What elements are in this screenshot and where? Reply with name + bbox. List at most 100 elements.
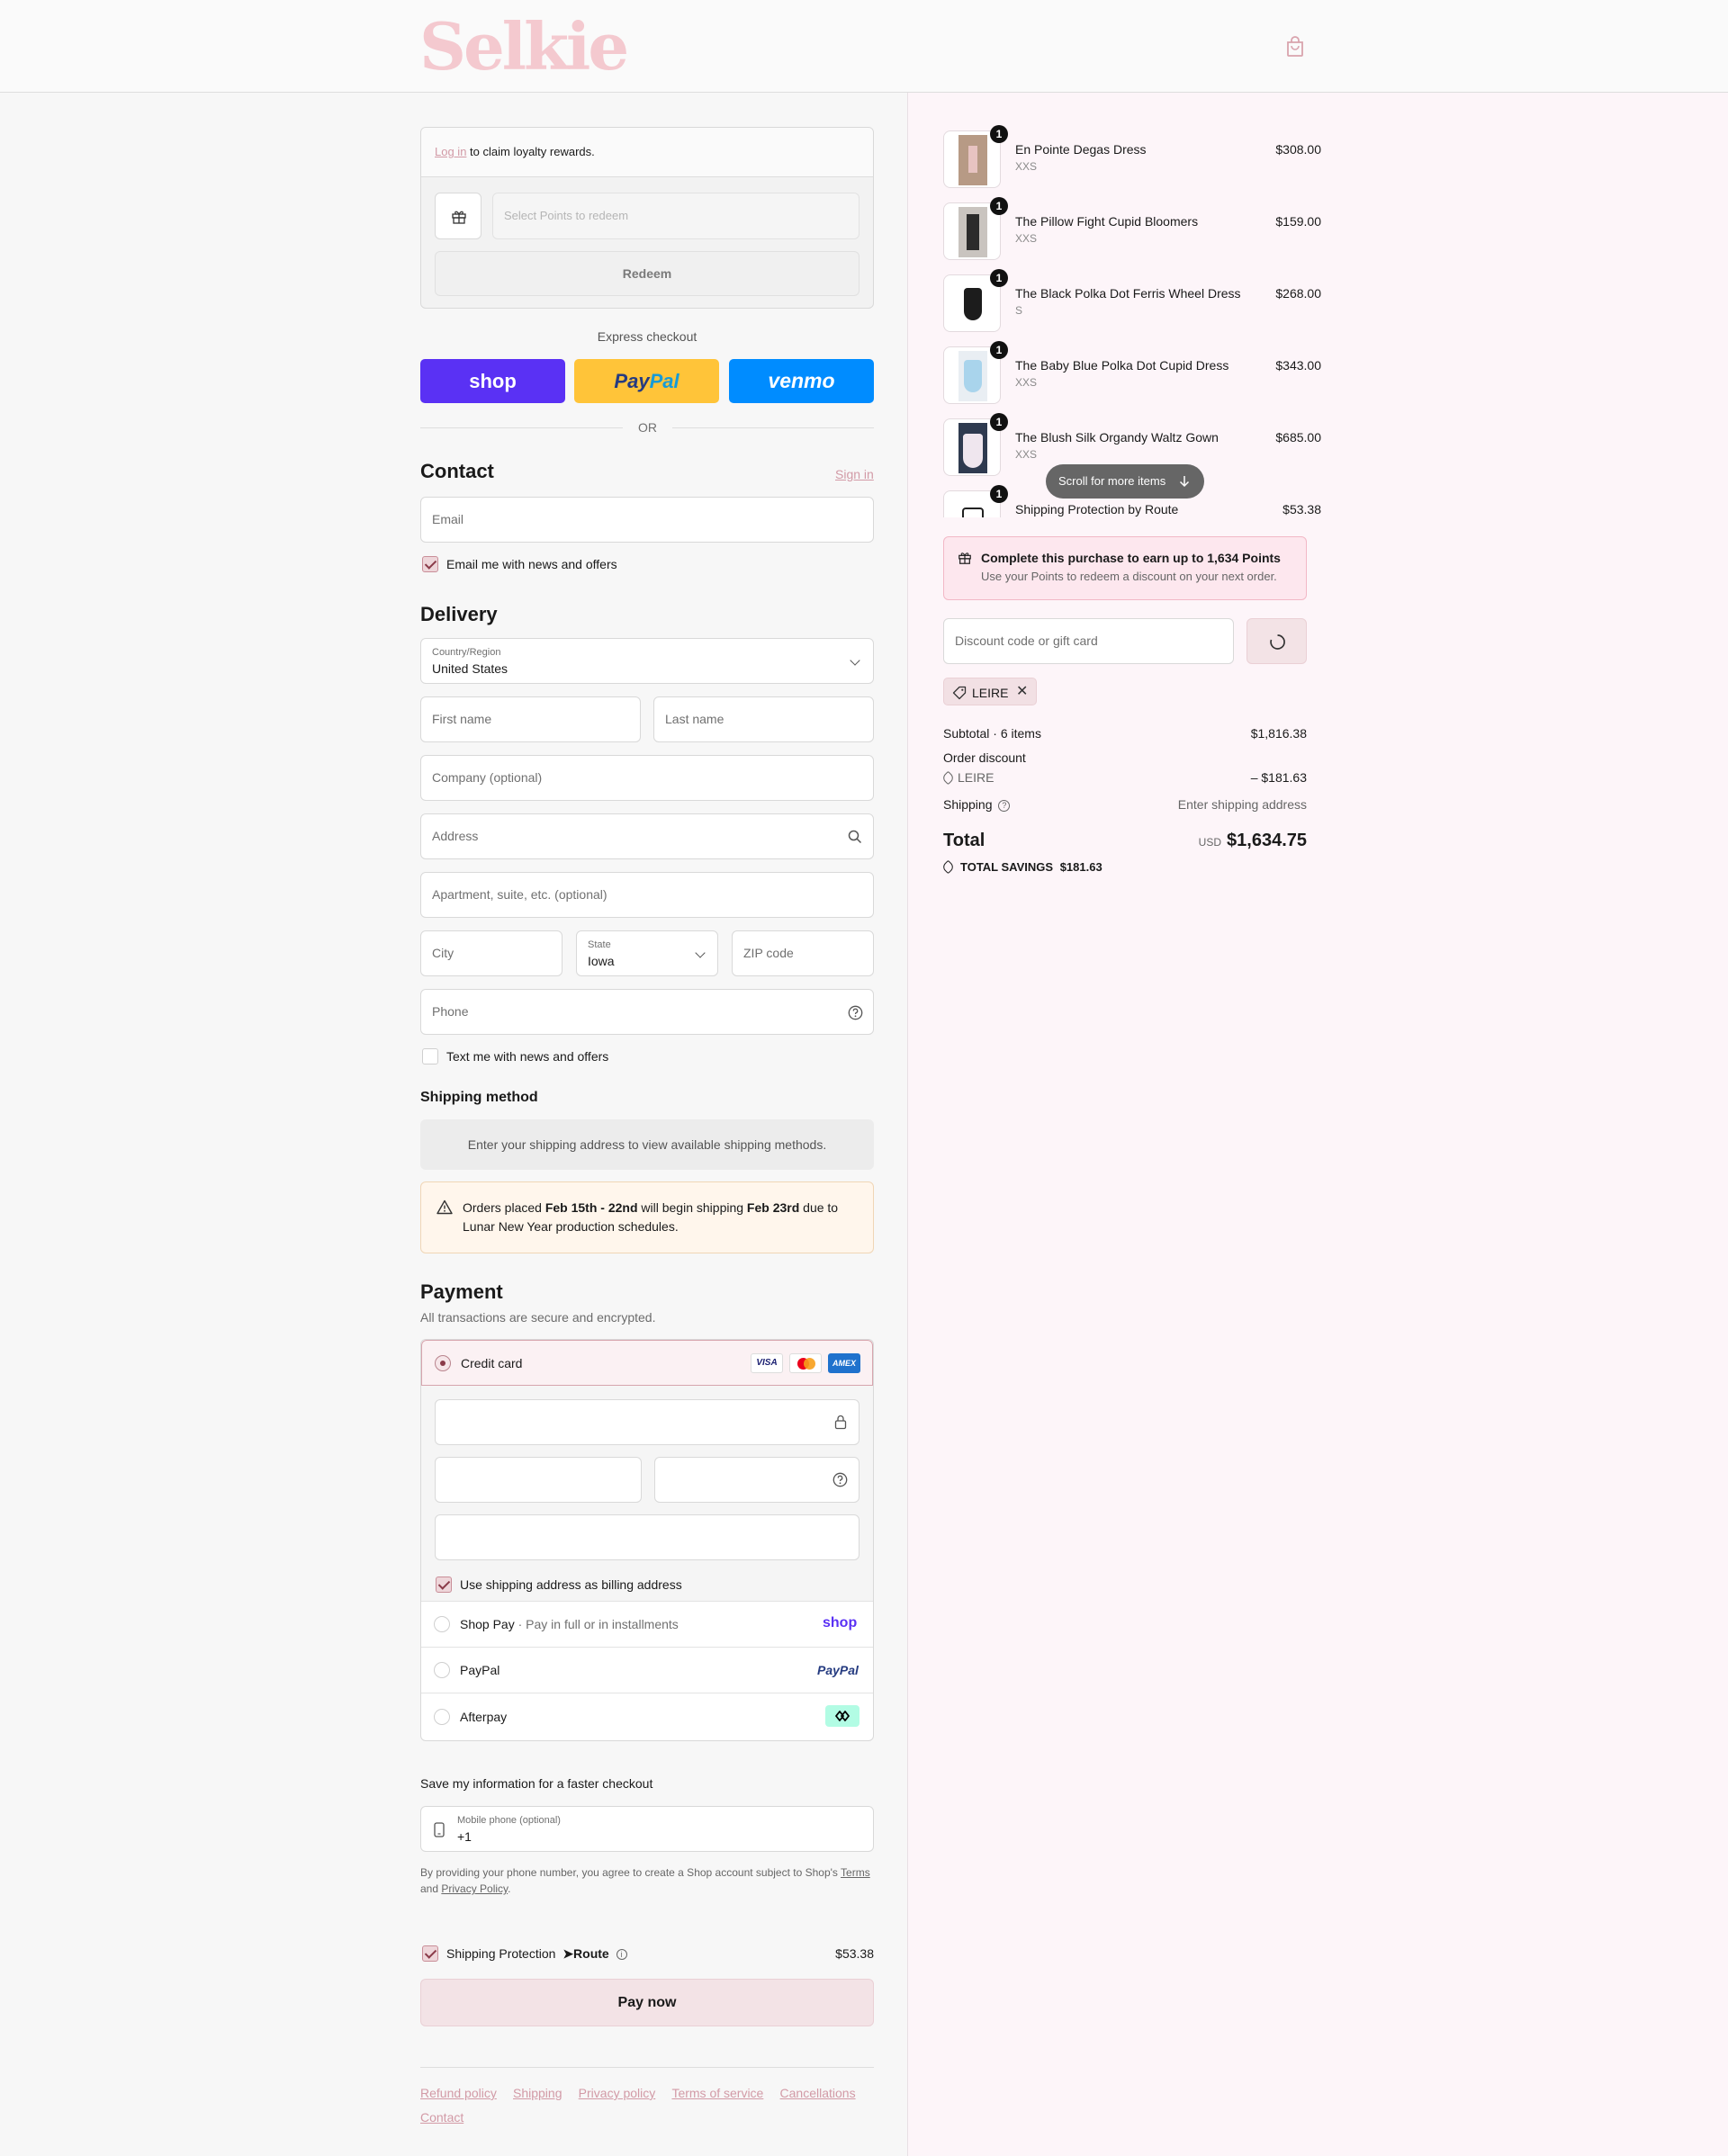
quantity-badge: 1: [990, 269, 1008, 287]
shipping-method-notice: Enter your shipping address to view avai…: [420, 1119, 874, 1170]
credit-card-option[interactable]: Credit card VISA AMEX: [421, 1340, 873, 1386]
points-select[interactable]: Select Points to redeem: [492, 193, 860, 239]
remove-discount-icon[interactable]: ✕: [1016, 682, 1028, 700]
afterpay-radio[interactable]: [434, 1709, 450, 1725]
paypal-radio[interactable]: [434, 1662, 450, 1678]
cart-item: 1 The Black Polka Dot Ferris Wheel Dress…: [943, 269, 1321, 337]
cart-item: 1 The Baby Blue Polka Dot Cupid Dress XX…: [943, 341, 1321, 409]
visa-icon: VISA: [751, 1353, 783, 1373]
scroll-for-more-button[interactable]: Scroll for more items: [1046, 464, 1204, 499]
billing-address-checkbox[interactable]: [436, 1577, 452, 1593]
login-link[interactable]: Log in: [435, 145, 466, 158]
name-on-card-field[interactable]: [435, 1514, 860, 1560]
help-circle-icon[interactable]: [848, 1005, 863, 1020]
paypal-option[interactable]: PayPal PayPal: [421, 1647, 873, 1693]
lunar-new-year-alert: Orders placed Feb 15th - 22nd will begin…: [420, 1181, 874, 1253]
zip-field[interactable]: ZIP code: [732, 930, 874, 976]
help-circle-icon[interactable]: [832, 1472, 848, 1487]
state-select[interactable]: State Iowa: [576, 930, 718, 976]
shop-pay-option[interactable]: Shop Pay · Pay in full or in installment…: [421, 1601, 873, 1647]
gift-icon: [958, 552, 971, 564]
contact-title: Contact: [420, 460, 494, 482]
order-discount-label: Order discount: [943, 750, 1026, 765]
shop-pay-express-button[interactable]: shop: [420, 359, 565, 403]
last-name-field[interactable]: Last name: [653, 696, 874, 742]
privacy-policy-link[interactable]: Privacy Policy: [441, 1882, 508, 1895]
city-field[interactable]: City: [420, 930, 562, 976]
address-field[interactable]: Address: [420, 813, 874, 859]
help-circle-icon: ?: [998, 799, 1011, 812]
quantity-badge: 1: [990, 125, 1008, 143]
shipping-protection-checkbox[interactable]: [422, 1945, 438, 1962]
save-info-title: Save my information for a faster checkou…: [420, 1776, 653, 1791]
terms-of-service-link[interactable]: Terms of service: [671, 2086, 763, 2100]
warning-icon: [436, 1199, 453, 1215]
tag-icon: [940, 859, 956, 875]
quantity-badge: 1: [990, 413, 1008, 431]
shop-legal-text: By providing your phone number, you agre…: [420, 1866, 870, 1895]
chevron-down-icon: [850, 655, 860, 666]
footer-links: Refund policy Shipping Privacy policy Te…: [420, 2081, 874, 2130]
lock-icon: [834, 1415, 847, 1430]
quantity-badge: 1: [990, 341, 1008, 359]
credit-card-radio[interactable]: [435, 1355, 451, 1371]
shipping-method-title: Shipping method: [420, 1090, 538, 1105]
footer-divider: [420, 2067, 874, 2068]
redeem-button[interactable]: Redeem: [435, 251, 860, 296]
cart-item: 1 The Pillow Fight Cupid Bloomers XXS $1…: [943, 197, 1321, 265]
chevron-down-icon: [695, 948, 706, 958]
phone-field[interactable]: Phone: [420, 989, 874, 1035]
security-code-field[interactable]: [654, 1457, 860, 1503]
paypal-express-button[interactable]: PayPal: [574, 359, 719, 403]
apartment-field[interactable]: Apartment, suite, etc. (optional): [420, 872, 874, 918]
gift-icon-button[interactable]: [435, 193, 482, 239]
country-select[interactable]: Country/Region United States: [420, 638, 874, 684]
shop-pay-radio[interactable]: [434, 1616, 450, 1632]
info-icon: i: [616, 1949, 627, 1961]
refund-policy-link[interactable]: Refund policy: [420, 2086, 497, 2100]
arrow-down-icon: [1179, 476, 1190, 488]
search-icon: [848, 830, 862, 844]
sms-checkbox[interactable]: [422, 1048, 438, 1065]
company-field[interactable]: Company (optional): [420, 755, 874, 801]
or-divider: OR: [420, 420, 874, 435]
afterpay-logo: [825, 1705, 860, 1727]
cancellations-link[interactable]: Cancellations: [780, 2086, 856, 2100]
newsletter-checkbox[interactable]: [422, 556, 438, 572]
apply-discount-button[interactable]: [1246, 618, 1307, 664]
credit-card-form: Use shipping address as billing address: [421, 1386, 873, 1601]
shop-pay-logo: shop: [823, 1615, 858, 1630]
sms-label: Text me with news and offers: [446, 1049, 609, 1064]
express-checkout-title: Express checkout: [597, 329, 698, 344]
tag-icon: [952, 686, 967, 700]
discount-value: – $181.63: [1250, 770, 1307, 785]
privacy-policy-footer-link[interactable]: Privacy policy: [579, 2086, 656, 2100]
order-summary-column: 1 En Pointe Degas Dress XXS $308.00 1 Th…: [907, 93, 1728, 2156]
expiration-field[interactable]: [435, 1457, 642, 1503]
venmo-express-button[interactable]: venmo: [729, 359, 874, 403]
contact-link[interactable]: Contact: [420, 2110, 464, 2125]
applied-discount-tag: LEIRE ✕: [943, 678, 1037, 705]
email-field[interactable]: Email: [420, 497, 874, 543]
shipping-value: Enter shipping address: [1177, 797, 1307, 812]
route-icon: ➤: [562, 1946, 574, 1961]
payment-title: Payment: [420, 1280, 503, 1303]
shipping-label: Shipping ?: [943, 797, 1011, 812]
subtotal-label: Subtotal · 6 items: [943, 726, 1041, 741]
bag-icon[interactable]: [1285, 36, 1305, 58]
shipping-link[interactable]: Shipping: [513, 2086, 562, 2100]
loyalty-card: Log in to claim loyalty rewards. Select …: [420, 127, 874, 309]
points-banner: Complete this purchase to earn up to 1,6…: [943, 536, 1307, 600]
discount-code-label: LEIRE: [940, 770, 994, 786]
page-header: Selkie: [0, 0, 1728, 93]
discount-code-field[interactable]: Discount code or gift card: [943, 618, 1234, 664]
mobile-phone-field[interactable]: Mobile phone (optional) +1: [420, 1806, 874, 1852]
first-name-field[interactable]: First name: [420, 696, 641, 742]
pay-now-button[interactable]: Pay now: [420, 1979, 874, 2026]
card-number-field[interactable]: [435, 1399, 860, 1445]
afterpay-option[interactable]: Afterpay: [421, 1693, 873, 1740]
gift-icon: [452, 211, 466, 224]
sign-in-link[interactable]: Sign in: [835, 467, 874, 481]
terms-link[interactable]: Terms: [841, 1866, 870, 1879]
selkie-logo[interactable]: Selkie: [419, 11, 629, 83]
